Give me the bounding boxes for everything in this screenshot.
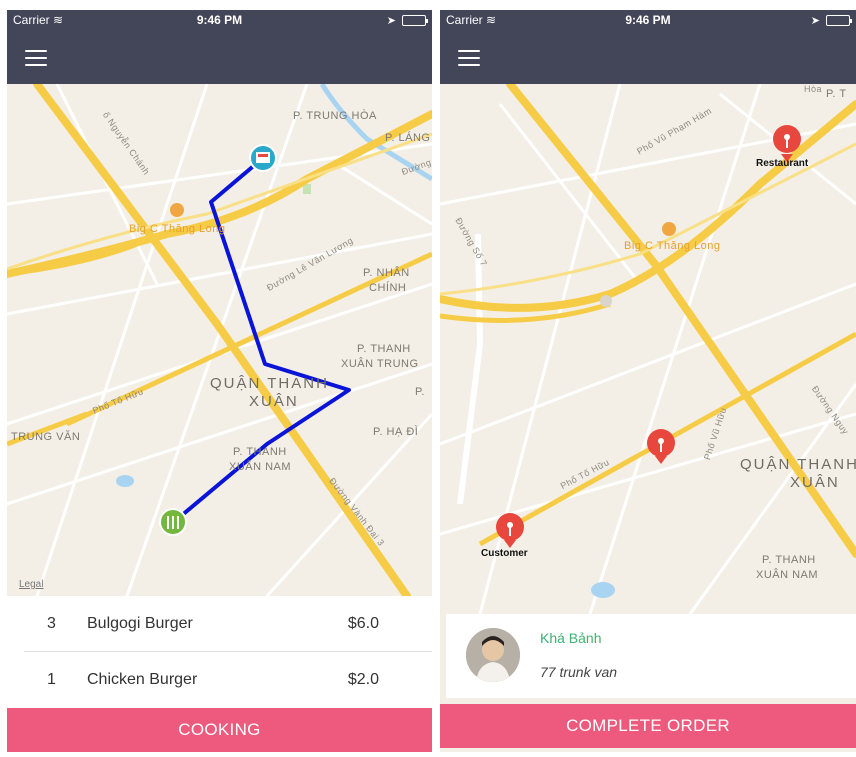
status-time: 9:46 PM (196, 13, 243, 27)
delivery-screen: Carrier ≋ 9:46 PM ➤ P. T Hòa Phố Vũ Phạm… (440, 10, 856, 752)
map-label-ha-dinh: P. HẠ ĐÌ (373, 426, 419, 438)
cooking-button[interactable]: COOKING (7, 708, 432, 752)
map-label-thanh-xuan-trung: P. THANH (357, 343, 411, 355)
restaurant-order-screen: Carrier ≋ 9:46 PM ➤ P. TRUNG HÒA P. LÁNG… (7, 10, 432, 752)
map-label-thanh-xuan-nam: P. THANH (233, 446, 287, 458)
battery-icon (402, 15, 428, 26)
order-item-row[interactable]: 1 Chicken Burger $2.0 (7, 652, 432, 708)
map-label-trung-hoa: P. TRUNG HÒA (293, 110, 377, 122)
complete-order-button[interactable]: COMPLETE ORDER (440, 704, 856, 748)
customer-name: Khá Bảnh (540, 630, 602, 646)
map-label-thanh-xuan-trung-2: XUÂN TRUNG (341, 358, 419, 370)
map-label-lang: P. LÁNG (385, 132, 431, 144)
map-label-xuan-nam: XUÂN NAM (756, 569, 819, 581)
map-label-nhan-chinh: P. NHÂN (363, 267, 410, 279)
item-price: $2.0 (347, 671, 379, 688)
status-bar: Carrier ≋ 9:46 PM ➤ (440, 10, 856, 30)
map-label-quan-thanh-xuan-2: XUÂN (249, 393, 299, 410)
order-items-list: 3 Bulgogi Burger $6.0 1 Chicken Burger $… (7, 596, 432, 708)
customer-avatar (466, 628, 520, 682)
location-arrow-icon: ➤ (386, 15, 396, 27)
customer-card[interactable]: Khá Bảnh 77 trunk van (446, 614, 856, 698)
hamburger-menu-icon[interactable] (458, 50, 480, 66)
nav-bar (7, 30, 432, 84)
avatar-image (466, 628, 520, 682)
map-label-quan-thanh: QUẬN THANH (740, 456, 856, 473)
legal-link[interactable]: Legal (19, 579, 43, 590)
map-label-nhan-chinh-2: CHÍNH (369, 282, 407, 294)
map-label-p-tr: P. T (826, 88, 847, 100)
hamburger-menu-icon[interactable] (25, 50, 47, 66)
map-label-trung-van: TRUNG VĂN (11, 431, 81, 443)
map-label-big-c: Big C Thăng Long (129, 223, 226, 235)
item-quantity: 1 (47, 671, 56, 688)
map-label-p-thanh: P. THANH (762, 554, 816, 566)
route-map[interactable]: P. TRUNG HÒA P. LÁNG Đường ố Nguyễn Chán… (7, 84, 432, 596)
map-label-thanh-xuan-nam-2: XUÂN NAM (229, 461, 292, 473)
status-time: 9:46 PM (625, 13, 671, 27)
nav-bar (440, 30, 856, 84)
battery-icon (826, 15, 852, 26)
delivery-map[interactable]: P. T Hòa Phố Vũ Phạm Hàm Restaurant Đườn… (440, 84, 856, 614)
item-name: Bulgogi Burger (87, 615, 193, 632)
map-label-quan-thanh-xuan: QUẬN THANH (210, 375, 329, 392)
status-bar: Carrier ≋ 9:46 PM ➤ (7, 10, 432, 30)
order-item-row[interactable]: 3 Bulgogi Burger $6.0 (7, 596, 432, 652)
customer-address: 77 trunk van (540, 664, 618, 680)
map-label-big-c: Big C Thăng Long (624, 240, 721, 252)
map-label-hoa: Hòa (804, 84, 823, 94)
customer-label: Customer (481, 548, 528, 559)
location-arrow-icon: ➤ (810, 15, 820, 27)
item-name: Chicken Burger (87, 671, 198, 688)
item-quantity: 3 (47, 615, 56, 632)
map-label-p: P. (415, 386, 425, 398)
item-price: $6.0 (347, 615, 379, 632)
restaurant-label: Restaurant (756, 158, 809, 169)
map-label-xuan: XUÂN (790, 474, 840, 491)
